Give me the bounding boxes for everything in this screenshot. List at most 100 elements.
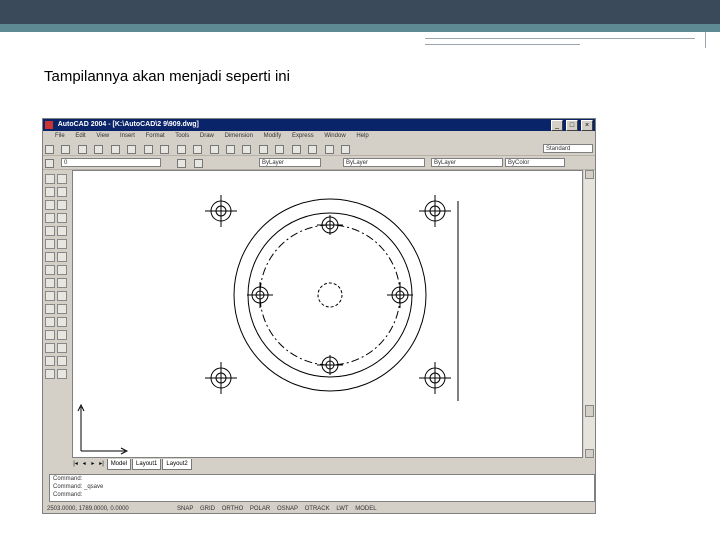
construction-line-icon[interactable] xyxy=(45,187,55,197)
menu-tools[interactable]: Tools xyxy=(175,133,189,139)
make-current-icon[interactable] xyxy=(177,159,187,168)
linetype-select[interactable]: ByLayer xyxy=(343,158,425,167)
scale-icon[interactable] xyxy=(57,265,67,275)
snap-toggle[interactable]: SNAP xyxy=(177,506,193,512)
layer-previous-icon[interactable] xyxy=(193,159,203,168)
drawing-canvas[interactable] xyxy=(72,170,583,458)
tab-model[interactable]: Model xyxy=(106,459,132,470)
mirror-icon[interactable] xyxy=(57,200,67,210)
menu-insert[interactable]: Insert xyxy=(120,133,135,139)
zoom-previous-icon[interactable] xyxy=(275,145,285,154)
lineweight-select[interactable]: ByLayer xyxy=(431,158,503,167)
circle-icon[interactable] xyxy=(45,252,55,262)
prev-tab-icon[interactable]: ◂ xyxy=(81,459,88,469)
hatch-icon[interactable] xyxy=(45,356,55,366)
ellipse-arc-icon[interactable] xyxy=(45,304,55,314)
otrack-toggle[interactable]: OTRACK xyxy=(305,506,330,512)
menu-draw[interactable]: Draw xyxy=(200,133,214,139)
cut-icon[interactable] xyxy=(127,145,137,154)
ellipse-icon[interactable] xyxy=(45,291,55,301)
help-icon[interactable] xyxy=(341,145,351,154)
lwt-toggle[interactable]: LWT xyxy=(336,506,348,512)
polygon-icon[interactable] xyxy=(45,213,55,223)
command-window[interactable]: Command: Command: _qsave Command: xyxy=(49,474,595,502)
undo-icon[interactable] xyxy=(193,145,203,154)
menu-dimension[interactable]: Dimension xyxy=(225,133,253,139)
close-button[interactable]: × xyxy=(581,120,593,131)
move-icon[interactable] xyxy=(57,239,67,249)
text-icon[interactable] xyxy=(45,369,55,379)
plotstyle-select[interactable]: ByColor xyxy=(505,158,565,167)
join-icon[interactable] xyxy=(57,330,67,340)
polar-toggle[interactable]: POLAR xyxy=(250,506,270,512)
match-properties-icon[interactable] xyxy=(176,145,186,154)
menu-express[interactable]: Express xyxy=(292,133,314,139)
menu-edit[interactable]: Edit xyxy=(75,133,85,139)
vertical-scrollbar[interactable] xyxy=(584,170,595,458)
menu-file[interactable]: File xyxy=(55,133,65,139)
preview-icon[interactable] xyxy=(110,145,120,154)
polyline-icon[interactable] xyxy=(45,200,55,210)
scroll-up-icon[interactable] xyxy=(585,170,594,179)
break-icon[interactable] xyxy=(57,317,67,327)
rectangle-icon[interactable] xyxy=(45,226,55,236)
redo-icon[interactable] xyxy=(209,145,219,154)
design-center-icon[interactable] xyxy=(308,145,318,154)
trim-icon[interactable] xyxy=(57,291,67,301)
slide-deco-line xyxy=(705,32,706,48)
tab-layout1[interactable]: Layout1 xyxy=(132,459,162,470)
new-icon[interactable] xyxy=(45,145,54,154)
ucs-icon xyxy=(77,403,129,455)
properties-icon[interactable] xyxy=(291,145,301,154)
rotate-icon[interactable] xyxy=(57,252,67,262)
menu-view[interactable]: View xyxy=(96,133,109,139)
point-icon[interactable] xyxy=(45,343,55,353)
paste-icon[interactable] xyxy=(160,145,170,154)
menu-window[interactable]: Window xyxy=(324,133,345,139)
command-prompt[interactable]: Command: xyxy=(53,491,594,499)
offset-icon[interactable] xyxy=(57,213,67,223)
window-title-bar[interactable]: AutoCAD 2004 - [K:\AutoCAD\2 9\909.dwg] … xyxy=(43,119,595,131)
first-tab-icon[interactable]: |◂ xyxy=(72,459,79,469)
array-icon[interactable] xyxy=(57,226,67,236)
minimize-button[interactable]: _ xyxy=(551,120,564,131)
tool-palettes-icon[interactable] xyxy=(324,145,334,154)
fillet-icon[interactable] xyxy=(57,356,67,366)
maximize-button[interactable]: □ xyxy=(566,120,579,131)
scroll-thumb[interactable] xyxy=(585,405,594,417)
save-icon[interactable] xyxy=(77,145,87,154)
layer-select[interactable]: 0 xyxy=(61,158,161,167)
copy-object-icon[interactable] xyxy=(57,187,67,197)
line-icon[interactable] xyxy=(45,174,55,184)
spline-icon[interactable] xyxy=(45,278,55,288)
open-icon[interactable] xyxy=(61,145,71,154)
menu-format[interactable]: Format xyxy=(146,133,165,139)
osnap-toggle[interactable]: OSNAP xyxy=(277,506,298,512)
stretch-icon[interactable] xyxy=(57,278,67,288)
zoom-window-icon[interactable] xyxy=(258,145,268,154)
revision-cloud-icon[interactable] xyxy=(45,265,55,275)
model-toggle[interactable]: MODEL xyxy=(355,506,376,512)
text-style-select[interactable]: Standard xyxy=(543,144,593,153)
grid-toggle[interactable]: GRID xyxy=(200,506,215,512)
extend-icon[interactable] xyxy=(57,304,67,314)
ortho-toggle[interactable]: ORTHO xyxy=(222,506,244,512)
menu-help[interactable]: Help xyxy=(356,133,368,139)
zoom-realtime-icon[interactable] xyxy=(242,145,252,154)
layer-manager-icon[interactable] xyxy=(45,159,54,168)
insert-block-icon[interactable] xyxy=(45,317,55,327)
plot-icon[interactable] xyxy=(94,145,104,154)
last-tab-icon[interactable]: ▸| xyxy=(98,459,105,469)
chamfer-icon[interactable] xyxy=(57,343,67,353)
make-block-icon[interactable] xyxy=(45,330,55,340)
arc-icon[interactable] xyxy=(45,239,55,249)
scroll-down-icon[interactable] xyxy=(585,449,594,458)
next-tab-icon[interactable]: ▸ xyxy=(89,459,96,469)
copy-icon[interactable] xyxy=(143,145,153,154)
erase-icon[interactable] xyxy=(57,174,67,184)
explode-icon[interactable] xyxy=(57,369,67,379)
color-select[interactable]: ByLayer xyxy=(259,158,321,167)
menu-modify[interactable]: Modify xyxy=(264,133,282,139)
tab-layout2[interactable]: Layout2 xyxy=(162,459,192,470)
pan-icon[interactable] xyxy=(225,145,235,154)
